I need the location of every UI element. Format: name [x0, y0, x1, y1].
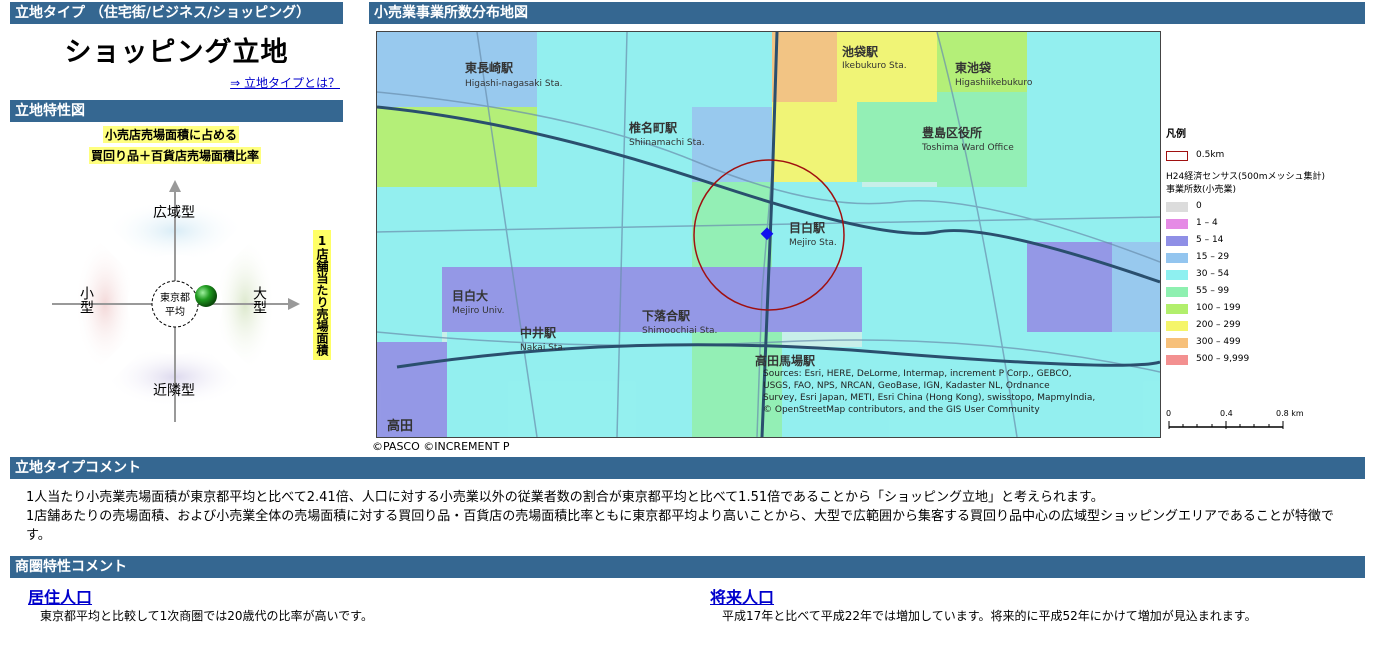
location-type-header: 立地タイプ （住宅街/ビジネス/ショッピング）: [10, 2, 343, 24]
legend-item: 300 – 499: [1166, 335, 1366, 352]
retail-distribution-map[interactable]: 東長崎駅 Higashi-nagasaki Sta. 池袋駅 Ikebukuro…: [376, 31, 1161, 438]
label-takadanobaba: 高田馬場駅: [755, 353, 816, 368]
label-mejiro: 目白駅: [789, 220, 826, 235]
scale-tick-0: 0: [1166, 409, 1171, 418]
legend-range-label: 15 – 29: [1196, 252, 1230, 262]
legend-count-label: 事業所数(小売業): [1166, 185, 1237, 195]
center-label-line2: 平均: [165, 306, 185, 318]
quadrant-bottom-label: 近隣型: [153, 383, 195, 399]
scale-tick-2: 0.8 km: [1276, 409, 1304, 418]
legend-swatch: [1166, 338, 1188, 348]
svg-text:Sources: Esri, HERE, DeLorme,: Sources: Esri, HERE, DeLorme, Intermap, …: [763, 369, 1072, 379]
vertical-axis-arrow: [169, 180, 181, 192]
type-comment-line2: 1店舗あたりの売場面積、および小売業全体の売場面積に対する買回り品・百貨店の売場…: [26, 509, 1334, 543]
type-comment-line1: 1人当たり小売業売場面積が東京都平均と比べて2.41倍、人口に対する小売業以外の…: [26, 490, 1104, 505]
legend-range-label: 5 – 14: [1196, 235, 1224, 245]
future-population-text: 平成17年と比べて平成22年では増加しています。将来的に平成52年にかけて増加が…: [722, 609, 1257, 623]
svg-text:Higashiikebukuro: Higashiikebukuro: [955, 78, 1033, 88]
svg-text:© OpenStreetMap contributors,: © OpenStreetMap contributors, and the GI…: [763, 405, 1040, 415]
legend-swatch: [1166, 236, 1188, 246]
svg-text:USGS, FAO, NPS, NRCAN, GeoBase: USGS, FAO, NPS, NRCAN, GeoBase, IGN, Kad…: [763, 381, 1050, 391]
map-copyright: ©PASCO ©INCREMENT P: [372, 440, 510, 453]
horizontal-axis-arrow: [288, 298, 300, 310]
legend-range-label: 200 – 299: [1196, 320, 1241, 330]
label-higashiikebukuro: 東池袋: [955, 60, 992, 75]
legend-item: 1 – 4: [1166, 216, 1366, 233]
legend-swatch: [1166, 355, 1188, 365]
characteristic-diagram-header: 立地特性図: [10, 100, 343, 122]
legend-range-label: 55 – 99: [1196, 286, 1230, 296]
label-toshima-ward-office: 豊島区役所: [922, 125, 982, 140]
svg-text:Mejiro Univ.: Mejiro Univ.: [452, 306, 504, 316]
quadrant-left-label: 小型: [78, 286, 94, 314]
area-comment-header: 商圏特性コメント: [10, 556, 1365, 578]
legend-swatch: [1166, 219, 1188, 229]
svg-text:Higashi-nagasaki Sta.: Higashi-nagasaki Sta.: [465, 79, 562, 89]
label-shiinamachi: 椎名町駅: [628, 120, 678, 135]
label-nakai: 中井駅: [520, 325, 557, 340]
svg-text:Nakai Sta.: Nakai Sta.: [520, 343, 566, 353]
svg-text:Ikebukuro Sta.: Ikebukuro Sta.: [842, 61, 907, 71]
legend-circle-item: 0.5km: [1166, 148, 1366, 165]
store-area-axis-label: 1店舗当たり売場面積: [313, 230, 331, 360]
label-takada: 高田: [387, 418, 413, 434]
legend-item: 5 – 14: [1166, 233, 1366, 250]
legend-swatch: [1166, 202, 1188, 212]
resident-population-link[interactable]: 居住人口: [28, 584, 92, 608]
resident-population-text: 東京都平均と比較して1次商圏では20歳代の比率が高いです。: [40, 609, 373, 623]
legend-title: 凡例: [1166, 129, 1186, 140]
type-comment-header: 立地タイプコメント: [10, 457, 1365, 479]
legend-item: 30 – 54: [1166, 267, 1366, 284]
map-canvas: 東長崎駅 Higashi-nagasaki Sta. 池袋駅 Ikebukuro…: [377, 32, 1160, 437]
svg-text:Shiinamachi Sta.: Shiinamachi Sta.: [629, 138, 705, 148]
quadrant-top-label: 広域型: [153, 205, 195, 221]
label-higashinagasaki: 東長崎駅: [465, 60, 514, 75]
quadrant-right-label: 大型: [251, 286, 267, 314]
legend-swatch: [1166, 304, 1188, 314]
legend-range-label: 1 – 4: [1196, 218, 1218, 228]
legend-range-label: 0: [1196, 201, 1202, 211]
legend-item: 100 – 199: [1166, 301, 1366, 318]
label-shimoochiai: 下落合駅: [642, 308, 691, 323]
map-legend: 凡例 0.5km H24経済センサス(500mメッシュ集計) 事業所数(小売業)…: [1166, 125, 1366, 369]
legend-swatch: [1166, 253, 1188, 263]
legend-range-label: 300 – 499: [1196, 337, 1241, 347]
svg-text:Mejiro Sta.: Mejiro Sta.: [789, 238, 837, 248]
legend-item: 500 – 9,999: [1166, 352, 1366, 369]
legend-item: 55 – 99: [1166, 284, 1366, 301]
legend-swatch: [1166, 287, 1188, 297]
future-population-link[interactable]: 将来人口: [710, 584, 774, 608]
location-position-marker: [195, 285, 217, 307]
characteristic-diagram: 小売店売場面積に占める 買回り品＋百貨店売場面積比率 東京都 平均 広域型 近隣…: [10, 122, 343, 432]
label-mejiro-univ: 目白大: [452, 288, 488, 303]
tokyo-average-circle: [151, 280, 199, 328]
center-label-line1: 東京都: [160, 291, 190, 304]
legend-circle-swatch: [1166, 151, 1188, 161]
legend-item: 15 – 29: [1166, 250, 1366, 267]
legend-item: 0: [1166, 199, 1366, 216]
legend-range-label: 500 – 9,999: [1196, 354, 1250, 364]
legend-item: 200 – 299: [1166, 318, 1366, 335]
location-type-name: ショッピング立地: [64, 37, 289, 68]
legend-census-label: H24経済センサス(500mメッシュ集計): [1166, 172, 1326, 182]
svg-text:Survey, Esri Japan, METI, Esri: Survey, Esri Japan, METI, Esri China (Ho…: [763, 393, 1095, 403]
legend-swatch: [1166, 321, 1188, 331]
location-type-help-link[interactable]: ⇒ 立地タイプとは？: [230, 74, 340, 91]
legend-items: 0 1 – 4 5 – 14 15 – 29 30 – 54 55 – 99 100 – 1…: [1166, 199, 1366, 369]
map-scale-bar: 0 0.4 0.8 km: [1166, 407, 1316, 437]
legend-range-label: 30 – 54: [1196, 269, 1230, 279]
svg-text:Toshima Ward Office: Toshima Ward Office: [921, 143, 1014, 153]
legend-swatch: [1166, 270, 1188, 280]
legend-range-label: 100 – 199: [1196, 303, 1241, 313]
retail-map-header: 小売業事業所数分布地図: [369, 2, 1365, 24]
scale-tick-1: 0.4: [1220, 409, 1233, 418]
label-ikebukuro: 池袋駅: [842, 44, 879, 59]
svg-text:Shimoochiai Sta.: Shimoochiai Sta.: [642, 326, 717, 336]
